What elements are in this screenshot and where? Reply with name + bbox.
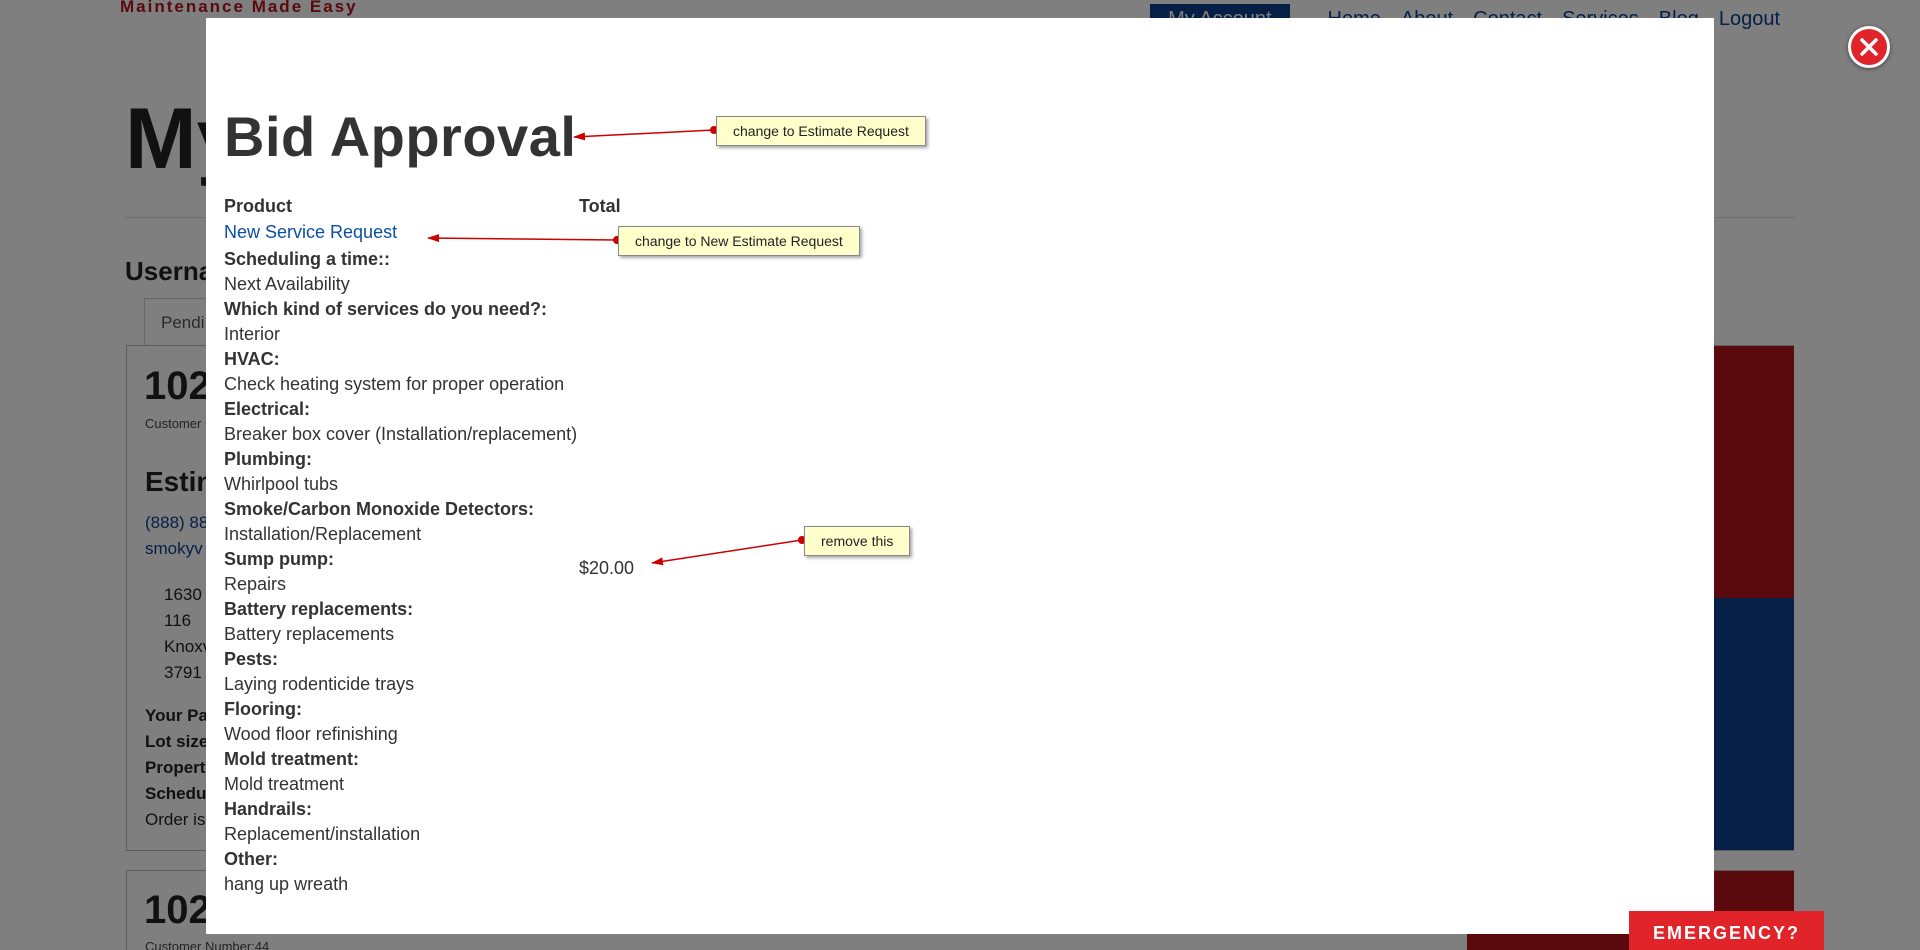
annotation-arrows xyxy=(427,126,806,566)
emergency-button[interactable]: EMERGENCY? xyxy=(1629,911,1824,950)
arrow-product-link xyxy=(427,234,621,244)
annotation-note-title: change to Estimate Request xyxy=(716,116,926,146)
arrow-title xyxy=(573,126,718,141)
arrow-price xyxy=(651,536,806,566)
annotation-note-link: change to New Estimate Request xyxy=(618,226,860,256)
annotation-note-price: remove this xyxy=(804,526,911,556)
